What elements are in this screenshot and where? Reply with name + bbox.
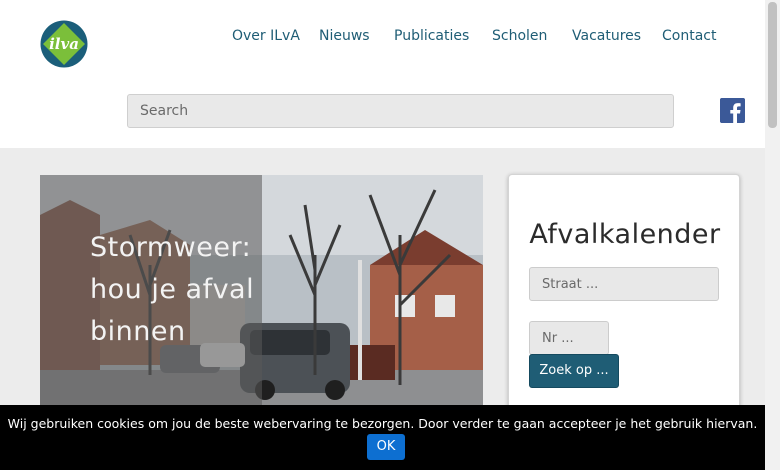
cookie-banner: Wij gebruiken cookies om jou de beste we…: [0, 405, 765, 470]
nav-vacatures[interactable]: Vacatures: [572, 28, 641, 44]
nav-over-ilva[interactable]: Over ILvA: [232, 28, 300, 44]
nav-publicaties[interactable]: Publicaties: [394, 28, 469, 44]
cookie-message: Wij gebruiken cookies om jou de beste we…: [7, 416, 758, 431]
main-nav: Over ILvA Nieuws Publicaties Scholen Vac…: [0, 28, 765, 48]
news-hero[interactable]: Stormweer: hou je afval binnen: [40, 175, 483, 410]
nav-nieuws[interactable]: Nieuws: [319, 28, 370, 44]
facebook-icon[interactable]: [720, 98, 745, 123]
nav-contact[interactable]: Contact: [662, 28, 716, 44]
street-input[interactable]: [529, 267, 719, 301]
search-button[interactable]: Zoek op ...: [529, 354, 619, 388]
site-header: ilva Over ILvA Nieuws Publicaties Schole…: [0, 0, 765, 148]
hero-title[interactable]: Stormweer: hou je afval binnen: [90, 227, 260, 353]
scroll-thumb[interactable]: [768, 2, 777, 128]
widget-title: Afvalkalender: [529, 219, 721, 250]
number-input[interactable]: [529, 321, 609, 355]
nav-scholen[interactable]: Scholen: [492, 28, 547, 44]
search-input[interactable]: [127, 94, 674, 128]
cookie-ok-button[interactable]: OK: [367, 434, 405, 460]
page-scrollbar[interactable]: [765, 0, 780, 470]
afvalkalender-widget: Afvalkalender Zoek op ...: [508, 174, 740, 419]
